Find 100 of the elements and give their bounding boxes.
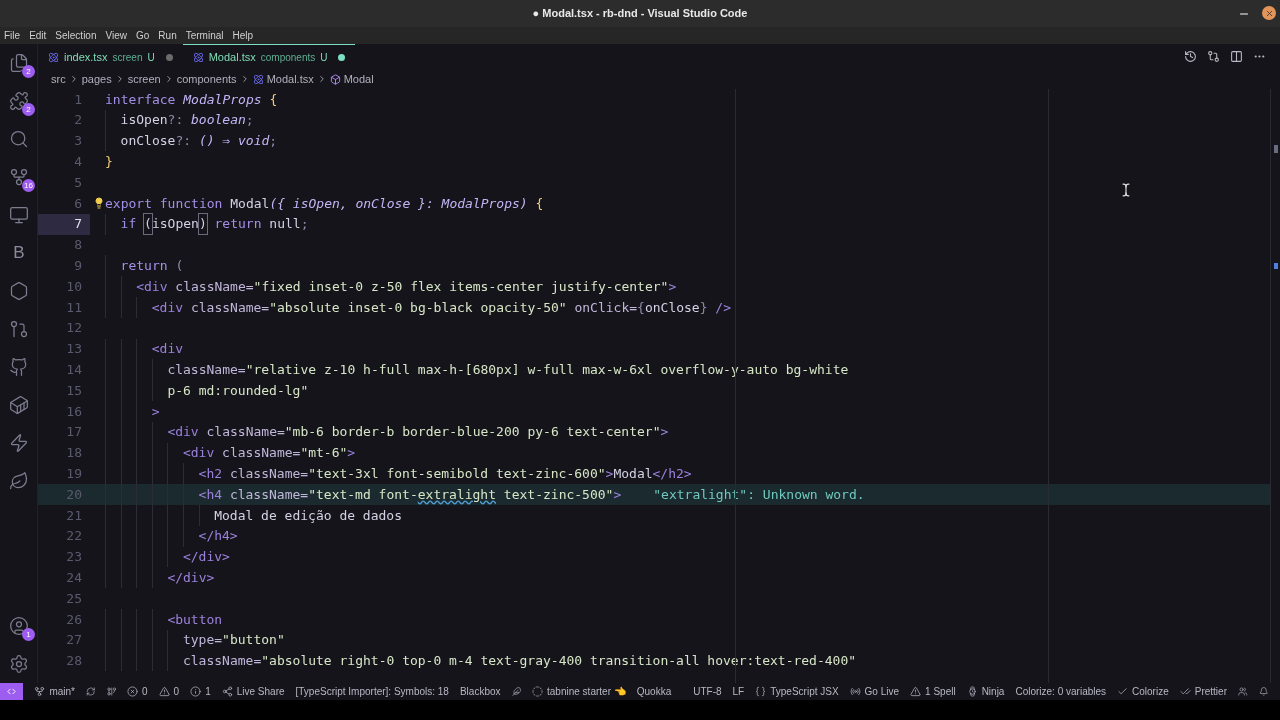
line-number: 11 xyxy=(66,298,82,317)
status-item[interactable]: Colorize: 0 variables xyxy=(1015,684,1107,699)
close-button[interactable] xyxy=(1262,6,1276,20)
breadcrumb-item[interactable]: src xyxy=(51,70,66,88)
status-item[interactable]: Blackbox xyxy=(459,684,501,699)
menu-item[interactable]: View xyxy=(105,28,127,43)
lightbulb-icon[interactable] xyxy=(93,197,105,210)
extension-letter-icon[interactable]: B xyxy=(13,240,25,266)
status-item[interactable]: Ninja xyxy=(981,684,1005,699)
status-item[interactable]: tabnine starter 👈 xyxy=(547,684,626,699)
code-token: "text-3xl font-semibold text-zinc-600" xyxy=(308,465,606,483)
compare-icon[interactable] xyxy=(1207,50,1220,63)
breadcrumb-item[interactable]: Modal.tsx xyxy=(266,70,314,88)
menu-item[interactable]: Help xyxy=(232,28,254,43)
breadcrumb-item[interactable]: screen xyxy=(127,70,161,88)
line-number: 28 xyxy=(66,652,82,671)
menu-item[interactable]: Selection xyxy=(55,28,97,43)
code-token: { xyxy=(268,90,278,109)
code-token: "button" xyxy=(222,631,285,650)
code-token: /> xyxy=(714,298,731,317)
status-item[interactable]: [TypeScript Importer]: Symbols: 18 xyxy=(295,684,449,699)
puzzle-icon[interactable] xyxy=(9,91,29,111)
code-token: className= xyxy=(182,652,262,671)
code-token: ( xyxy=(175,257,184,275)
pull-request-icon[interactable] xyxy=(9,319,29,339)
error-icon xyxy=(127,686,139,697)
code-token: > xyxy=(660,423,669,442)
line-number: 3 xyxy=(74,132,82,151)
monitor-icon[interactable] xyxy=(9,205,29,225)
line-number: 24 xyxy=(66,568,82,587)
breadcrumb-item[interactable]: pages xyxy=(81,70,112,88)
code-token: () ⇒ void xyxy=(198,132,270,151)
code-token: </div> xyxy=(167,568,215,587)
double-check-icon xyxy=(1179,686,1191,697)
accounts-icon xyxy=(1237,686,1248,697)
account-icon[interactable] xyxy=(9,616,29,636)
misspelled-word: extralight xyxy=(417,485,496,504)
status-item[interactable]: 1 Spell xyxy=(925,684,956,699)
badge: 16 xyxy=(22,179,35,192)
badge: 2 xyxy=(22,103,35,116)
code-token: ; xyxy=(245,111,254,130)
code-token: > xyxy=(151,402,160,421)
breadcrumb-item[interactable]: components xyxy=(176,70,237,88)
code-token: ; xyxy=(300,215,309,234)
line-number: 5 xyxy=(74,173,82,192)
code-token: <div xyxy=(151,298,185,317)
menu-item[interactable]: Run xyxy=(158,28,177,43)
broadcast-icon xyxy=(849,686,861,697)
line-number: 23 xyxy=(66,548,82,567)
lightning-icon[interactable] xyxy=(9,433,29,453)
status-item[interactable]: main* xyxy=(49,684,75,699)
menu-item[interactable]: Go xyxy=(136,28,150,43)
status-item[interactable]: Live Share xyxy=(236,684,285,699)
files-icon[interactable] xyxy=(9,53,29,73)
status-item[interactable]: TypeScript JSX xyxy=(770,684,839,699)
status-item[interactable]: 0 xyxy=(142,684,148,699)
line-number: 25 xyxy=(66,589,82,608)
code-token: text-zinc-500" xyxy=(502,485,614,504)
status-item[interactable]: Quokka xyxy=(636,684,672,699)
code-token: ?: xyxy=(175,132,193,151)
line-number: 2 xyxy=(74,111,82,130)
leaf-icon[interactable] xyxy=(9,471,29,491)
code-token: ; xyxy=(269,132,278,151)
tab-git-status: U xyxy=(147,50,155,65)
menu-item[interactable]: Terminal xyxy=(185,28,224,43)
sync-icon xyxy=(85,686,96,697)
code-token: onClose xyxy=(644,298,700,317)
code-token: return xyxy=(120,257,169,275)
github-icon[interactable] xyxy=(9,357,29,377)
code-token: "relative z-10 h-full max-h-[680px] w-full max-w-6xl overflow-y-auto bg-white xyxy=(245,361,849,379)
code-token: </h4> xyxy=(198,527,238,546)
menu-item[interactable]: File xyxy=(4,28,21,43)
status-item[interactable]: Prettier xyxy=(1194,684,1227,699)
code-token: "mt-6" xyxy=(300,444,348,463)
menu-item[interactable]: Edit xyxy=(29,28,47,43)
container-icon[interactable] xyxy=(9,395,29,415)
split-editor-icon[interactable] xyxy=(1230,50,1243,63)
history-icon[interactable] xyxy=(1184,50,1197,63)
remote-button[interactable] xyxy=(0,683,24,700)
hexagon-icon[interactable] xyxy=(9,281,29,301)
status-item[interactable]: 0 xyxy=(173,684,180,699)
status-item[interactable]: 1 xyxy=(205,684,211,699)
status-item[interactable]: Go Live xyxy=(864,684,900,699)
line-number: 18 xyxy=(66,444,82,463)
status-item[interactable]: UTF-8 xyxy=(693,684,722,699)
line-number: 14 xyxy=(66,361,82,379)
code-token: return xyxy=(213,215,263,234)
code-token: Modal xyxy=(230,194,270,213)
window-title: ● Modal.tsx - rb-dnd - Visual Studio Code xyxy=(532,6,748,22)
breadcrumb-item[interactable]: Modal xyxy=(343,70,374,88)
settings-icon[interactable] xyxy=(9,654,29,674)
line-number: 26 xyxy=(66,610,82,629)
code-token: </div> xyxy=(182,548,230,567)
code-token: <div xyxy=(182,444,216,463)
code-token: } xyxy=(105,153,113,172)
code-token: </h2> xyxy=(652,465,692,483)
search-icon[interactable] xyxy=(9,129,29,149)
status-item[interactable]: LF xyxy=(732,684,745,699)
code-token: { xyxy=(637,298,645,317)
status-item[interactable]: Colorize xyxy=(1132,684,1169,699)
